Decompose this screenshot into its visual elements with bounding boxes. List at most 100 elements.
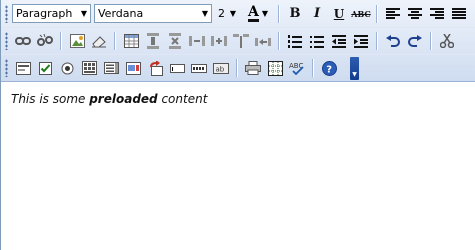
align-right-button[interactable]: [427, 4, 447, 24]
insert-table-button[interactable]: [121, 31, 141, 51]
rich-text-editor: Paragraph ▼ Verdana ▼ 2 ▼ A ▼ B I U ABC: [0, 0, 475, 250]
italic-button[interactable]: I: [307, 4, 327, 24]
chevron-down-icon: ▼: [261, 9, 269, 18]
toolbar-separator: [312, 59, 314, 77]
image-button-icon: [125, 61, 141, 75]
toolbar-separator: [278, 4, 280, 23]
split-cell-icon: [233, 34, 249, 48]
unordered-list-icon: [310, 35, 324, 48]
toolbar-grip[interactable]: [5, 4, 8, 23]
toolbar-row-3: ab ABC ? ▼: [1, 54, 475, 81]
insert-radio-button[interactable]: [57, 58, 77, 78]
delete-row-button[interactable]: [165, 31, 185, 51]
insert-form-button[interactable]: [13, 58, 33, 78]
chevron-down-icon: ▼: [352, 71, 357, 78]
table-icon: [123, 34, 139, 48]
toolbar-grip[interactable]: [5, 59, 8, 77]
textbox-icon: [169, 64, 185, 73]
toolbar-row-2: [1, 27, 475, 54]
insert-column-button[interactable]: [187, 31, 207, 51]
printer-icon: [245, 61, 261, 75]
size-select[interactable]: 2 ▼: [215, 4, 239, 23]
svg-text:?: ?: [326, 64, 332, 75]
chevron-down-icon: ▼: [201, 9, 209, 18]
insert-image-button[interactable]: [67, 31, 87, 51]
help-button[interactable]: ?: [319, 58, 339, 78]
undo-button[interactable]: [383, 31, 403, 51]
password-field-icon: [191, 64, 207, 73]
indent-button[interactable]: [351, 31, 371, 51]
insert-column-icon: [189, 36, 205, 46]
split-cell-button[interactable]: [231, 31, 251, 51]
link-icon: [15, 37, 31, 45]
help-icon: ?: [321, 60, 337, 76]
redo-button[interactable]: [405, 31, 425, 51]
font-color-button[interactable]: A ▼: [244, 4, 272, 24]
grid-borders-icon: [267, 60, 283, 76]
insert-textarea-button[interactable]: [79, 58, 99, 78]
merge-cell-icon: [255, 38, 271, 46]
cut-button[interactable]: [437, 31, 457, 51]
align-center-icon: [408, 7, 422, 19]
toolbar-separator: [278, 32, 280, 50]
image-icon: [69, 34, 85, 48]
delete-column-icon: [211, 36, 227, 46]
toolbar-row-1: Paragraph ▼ Verdana ▼ 2 ▼ A ▼ B I U ABC: [1, 0, 475, 27]
merge-cell-button[interactable]: [253, 31, 273, 51]
unlink-icon: [37, 34, 53, 46]
toolbar-separator: [114, 32, 116, 50]
insert-button-field-button[interactable]: ab: [211, 58, 231, 78]
format-select-value: Paragraph: [16, 7, 73, 20]
strikethrough-button[interactable]: ABC: [351, 4, 371, 24]
ordered-list-button[interactable]: [285, 31, 305, 51]
editor-content[interactable]: This is some preloaded content: [1, 82, 475, 106]
format-select[interactable]: Paragraph ▼: [12, 4, 91, 23]
toolbar-area: Paragraph ▼ Verdana ▼ 2 ▼ A ▼ B I U ABC: [1, 0, 475, 82]
chevron-down-icon: ▼: [80, 9, 88, 18]
insert-image-button-field[interactable]: [123, 58, 143, 78]
align-justify-icon: [452, 7, 466, 19]
toolbar-options-button[interactable]: ▼: [350, 57, 359, 80]
font-color-label: A: [247, 4, 259, 22]
unordered-list-button[interactable]: [307, 31, 327, 51]
insert-checkbox-button[interactable]: [35, 58, 55, 78]
font-select[interactable]: Verdana ▼: [94, 4, 212, 23]
hidden-field-icon: [149, 60, 163, 76]
eraser-icon: [92, 36, 106, 48]
spellcheck-icon: ABC: [289, 62, 304, 75]
toolbar-separator: [430, 32, 432, 50]
show-borders-button[interactable]: [265, 58, 285, 78]
undo-icon: [386, 35, 400, 47]
select-list-icon: [103, 62, 119, 74]
size-select-value: 2: [218, 7, 225, 20]
insert-password-button[interactable]: [189, 58, 209, 78]
checkbox-icon: [38, 61, 52, 75]
delete-column-button[interactable]: [209, 31, 229, 51]
redo-icon: [408, 35, 422, 47]
content-text-bold: preloaded: [89, 92, 158, 106]
content-text-suffix: content: [157, 92, 208, 106]
font-select-value: Verdana: [98, 7, 144, 20]
remove-link-button[interactable]: [35, 31, 55, 51]
outdent-button[interactable]: [329, 31, 349, 51]
radio-icon: [61, 62, 73, 74]
print-button[interactable]: [243, 58, 263, 78]
align-left-icon: [386, 7, 400, 19]
outdent-icon: [332, 34, 346, 48]
insert-select-button[interactable]: [101, 58, 121, 78]
insert-link-button[interactable]: [13, 31, 33, 51]
align-justify-button[interactable]: [449, 4, 469, 24]
align-center-button[interactable]: [405, 4, 425, 24]
insert-hidden-field-button[interactable]: [145, 58, 165, 78]
align-right-icon: [430, 7, 444, 19]
align-left-button[interactable]: [383, 4, 403, 24]
insert-row-button[interactable]: [143, 31, 163, 51]
toolbar-separator: [60, 32, 62, 50]
insert-textbox-button[interactable]: [167, 58, 187, 78]
spellcheck-button[interactable]: ABC: [287, 58, 307, 78]
underline-button[interactable]: U: [329, 4, 349, 24]
toolbar-grip[interactable]: [5, 32, 8, 50]
bold-button[interactable]: B: [285, 4, 305, 24]
indent-icon: [354, 34, 368, 48]
erase-button[interactable]: [89, 31, 109, 51]
